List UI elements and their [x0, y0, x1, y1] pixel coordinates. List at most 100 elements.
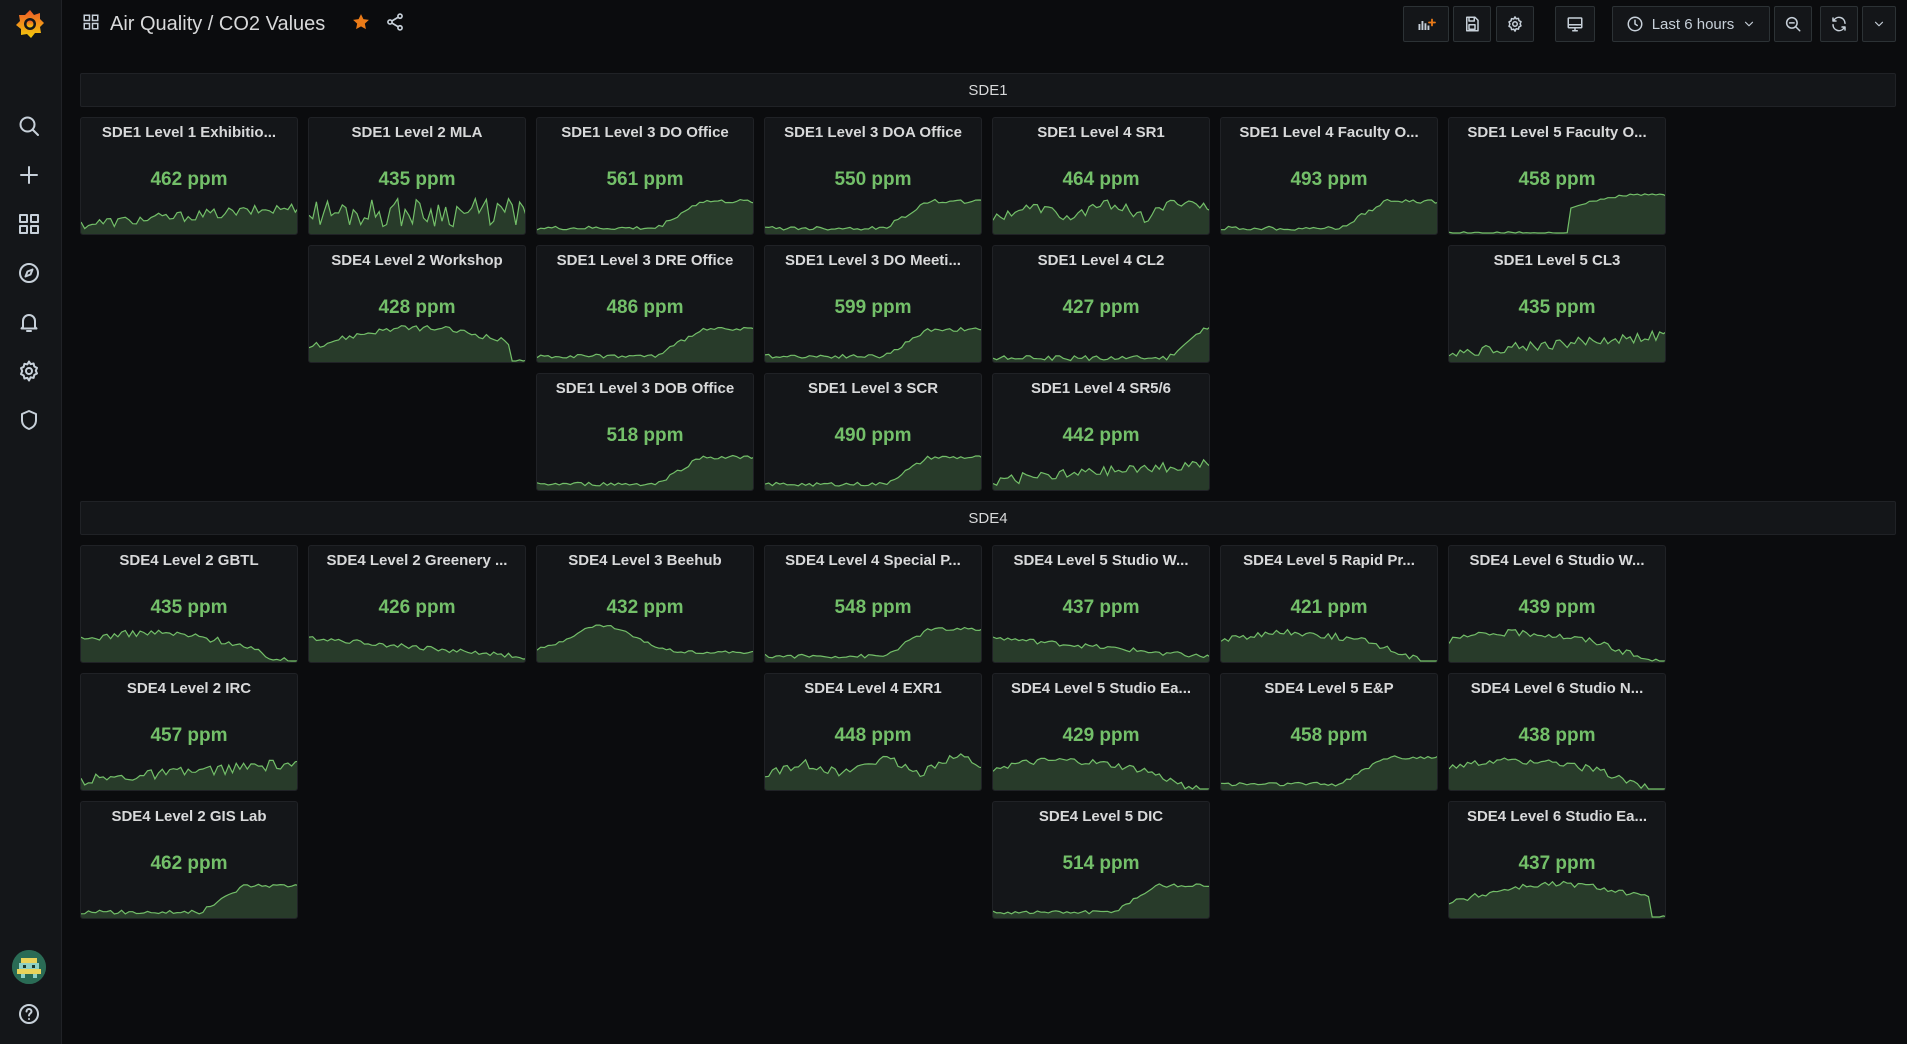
panel-title[interactable]: SDE4 Level 3 Beehub: [545, 552, 745, 569]
panel-value: 437 ppm: [1062, 597, 1140, 618]
panel-title[interactable]: SDE1 Level 3 DO Office: [545, 124, 745, 141]
time-range-label: Last 6 hours: [1651, 15, 1735, 33]
panel-title[interactable]: SDE1 Level 3 SCR: [773, 380, 973, 397]
stat-panel[interactable]: SDE4 Level 6 Studio Ea... 437 ppm: [1448, 801, 1666, 919]
panel-value: 448 ppm: [834, 725, 912, 746]
stat-panel[interactable]: SDE4 Level 5 DIC 514 ppm: [992, 801, 1210, 919]
clock-icon: [1627, 16, 1643, 32]
panel-title[interactable]: SDE4 Level 5 E&P: [1229, 680, 1429, 697]
grafana-logo-icon[interactable]: [10, 8, 50, 40]
stat-panel[interactable]: SDE4 Level 2 GBTL 435 ppm: [80, 545, 298, 663]
stat-panel[interactable]: SDE1 Level 4 SR5/6 442 ppm: [992, 373, 1210, 491]
panel-title[interactable]: SDE1 Level 4 SR5/6: [1001, 380, 1201, 397]
panel-title[interactable]: SDE4 Level 6 Studio N...: [1457, 680, 1657, 697]
panel-value: 435 ppm: [150, 597, 228, 618]
panel-title[interactable]: SDE4 Level 4 Special P...: [773, 552, 973, 569]
stat-panel[interactable]: SDE1 Level 3 SCR 490 ppm: [764, 373, 982, 491]
dashboards-icon: [82, 13, 100, 36]
stat-panel[interactable]: SDE1 Level 3 DOA Office 550 ppm: [764, 117, 982, 235]
stat-panel[interactable]: SDE1 Level 2 MLA 435 ppm: [308, 117, 526, 235]
panel-value: 435 ppm: [1518, 297, 1596, 318]
stat-panel[interactable]: SDE4 Level 5 Studio W... 437 ppm: [992, 545, 1210, 663]
stat-panel[interactable]: SDE4 Level 4 Special P... 548 ppm: [764, 545, 982, 663]
panel-value: 427 ppm: [1062, 297, 1140, 318]
dashboards-icon[interactable]: [14, 209, 44, 239]
stat-panel[interactable]: SDE4 Level 5 E&P 458 ppm: [1220, 673, 1438, 791]
panel-title[interactable]: SDE1 Level 4 SR1: [1001, 124, 1201, 141]
row-title: SDE4: [968, 509, 1008, 527]
panel-title[interactable]: SDE1 Level 3 DRE Office: [545, 252, 745, 269]
stat-panel[interactable]: SDE1 Level 4 Faculty O... 493 ppm: [1220, 117, 1438, 235]
panel-title[interactable]: SDE1 Level 5 Faculty O...: [1457, 124, 1657, 141]
time-picker-button[interactable]: Last 6 hours: [1612, 6, 1770, 42]
stat-panel[interactable]: SDE4 Level 2 IRC 457 ppm: [80, 673, 298, 791]
panel-title[interactable]: SDE1 Level 3 DOA Office: [773, 124, 973, 141]
stat-panel[interactable]: SDE1 Level 5 CL3 435 ppm: [1448, 245, 1666, 363]
stat-panel[interactable]: SDE4 Level 5 Rapid Pr... 421 ppm: [1220, 545, 1438, 663]
panel-title[interactable]: SDE4 Level 2 IRC: [89, 680, 289, 697]
panel-title[interactable]: SDE4 Level 2 GIS Lab: [89, 808, 289, 825]
stat-panel[interactable]: SDE1 Level 3 DRE Office 486 ppm: [536, 245, 754, 363]
star-icon[interactable]: [351, 12, 371, 37]
panel-value: 493 ppm: [1290, 169, 1368, 190]
avatar[interactable]: [12, 950, 46, 984]
panel-title[interactable]: SDE4 Level 5 Rapid Pr...: [1229, 552, 1429, 569]
panel-title[interactable]: SDE4 Level 2 GBTL: [89, 552, 289, 569]
stat-panel[interactable]: SDE1 Level 3 DO Office 561 ppm: [536, 117, 754, 235]
panel-title[interactable]: SDE1 Level 5 CL3: [1457, 252, 1657, 269]
panel-value: 490 ppm: [834, 425, 912, 446]
zoom-out-button[interactable]: [1774, 6, 1812, 42]
stat-panel[interactable]: SDE1 Level 3 DO Meeti... 599 ppm: [764, 245, 982, 363]
plus-icon[interactable]: [14, 160, 44, 190]
refresh-button[interactable]: [1820, 6, 1858, 42]
add-panel-button[interactable]: [1403, 6, 1449, 42]
panel-value: 561 ppm: [606, 169, 684, 190]
panel-title[interactable]: SDE4 Level 6 Studio Ea...: [1457, 808, 1657, 825]
stat-panel[interactable]: SDE4 Level 6 Studio W... 439 ppm: [1448, 545, 1666, 663]
panel-title[interactable]: SDE4 Level 4 EXR1: [773, 680, 973, 697]
help-icon[interactable]: [14, 999, 44, 1029]
stat-panel[interactable]: SDE4 Level 2 Greenery ... 426 ppm: [308, 545, 526, 663]
panel-title[interactable]: SDE4 Level 2 Greenery ...: [317, 552, 517, 569]
panel-title[interactable]: SDE4 Level 5 DIC: [1001, 808, 1201, 825]
tv-mode-button[interactable]: [1555, 6, 1595, 42]
stat-panel[interactable]: SDE1 Level 1 Exhibitio... 462 ppm: [80, 117, 298, 235]
panel-title[interactable]: SDE1 Level 3 DOB Office: [545, 380, 745, 397]
stat-panel[interactable]: SDE4 Level 4 EXR1 448 ppm: [764, 673, 982, 791]
alerting-icon[interactable]: [14, 307, 44, 337]
stat-panel[interactable]: SDE4 Level 2 Workshop 428 ppm: [308, 245, 526, 363]
panel-value: 421 ppm: [1290, 597, 1368, 618]
dashboard-settings-button[interactable]: [1496, 6, 1534, 42]
stat-panel[interactable]: SDE4 Level 3 Beehub 432 ppm: [536, 545, 754, 663]
stat-panel[interactable]: SDE4 Level 2 GIS Lab 462 ppm: [80, 801, 298, 919]
gear-icon[interactable]: [14, 356, 44, 386]
panel-value: 486 ppm: [606, 297, 684, 318]
stat-panel[interactable]: SDE1 Level 4 CL2 427 ppm: [992, 245, 1210, 363]
chevron-down-icon: [1745, 21, 1754, 27]
panel-title[interactable]: SDE4 Level 5 Studio Ea...: [1001, 680, 1201, 697]
panel-title[interactable]: SDE1 Level 3 DO Meeti...: [773, 252, 973, 269]
panel-value: 548 ppm: [834, 597, 912, 618]
panel-title[interactable]: SDE4 Level 6 Studio W...: [1457, 552, 1657, 569]
share-icon[interactable]: [385, 12, 405, 37]
stat-panel[interactable]: SDE4 Level 5 Studio Ea... 429 ppm: [992, 673, 1210, 791]
panel-title[interactable]: SDE1 Level 1 Exhibitio...: [89, 124, 289, 141]
page-title[interactable]: Air Quality / CO2 Values: [110, 13, 325, 36]
stat-panel[interactable]: SDE1 Level 4 SR1 464 ppm: [992, 117, 1210, 235]
panel-title[interactable]: SDE1 Level 4 CL2: [1001, 252, 1201, 269]
stat-panel[interactable]: SDE1 Level 3 DOB Office 518 ppm: [536, 373, 754, 491]
stat-panel[interactable]: SDE1 Level 5 Faculty O... 458 ppm: [1448, 117, 1666, 235]
row-header-sde4[interactable]: SDE4: [80, 501, 1896, 535]
explore-icon[interactable]: [14, 258, 44, 288]
panel-title[interactable]: SDE4 Level 5 Studio W...: [1001, 552, 1201, 569]
refresh-icon: [1832, 16, 1846, 32]
shield-icon[interactable]: [14, 405, 44, 435]
panel-title[interactable]: SDE1 Level 2 MLA: [317, 124, 517, 141]
save-dashboard-button[interactable]: [1453, 6, 1491, 42]
panel-title[interactable]: SDE4 Level 2 Workshop: [317, 252, 517, 269]
search-icon[interactable]: [14, 111, 44, 141]
panel-title[interactable]: SDE1 Level 4 Faculty O...: [1229, 124, 1429, 141]
row-header-sde1[interactable]: SDE1: [80, 73, 1896, 107]
stat-panel[interactable]: SDE4 Level 6 Studio N... 438 ppm: [1448, 673, 1666, 791]
refresh-interval-dropdown[interactable]: [1862, 6, 1896, 42]
